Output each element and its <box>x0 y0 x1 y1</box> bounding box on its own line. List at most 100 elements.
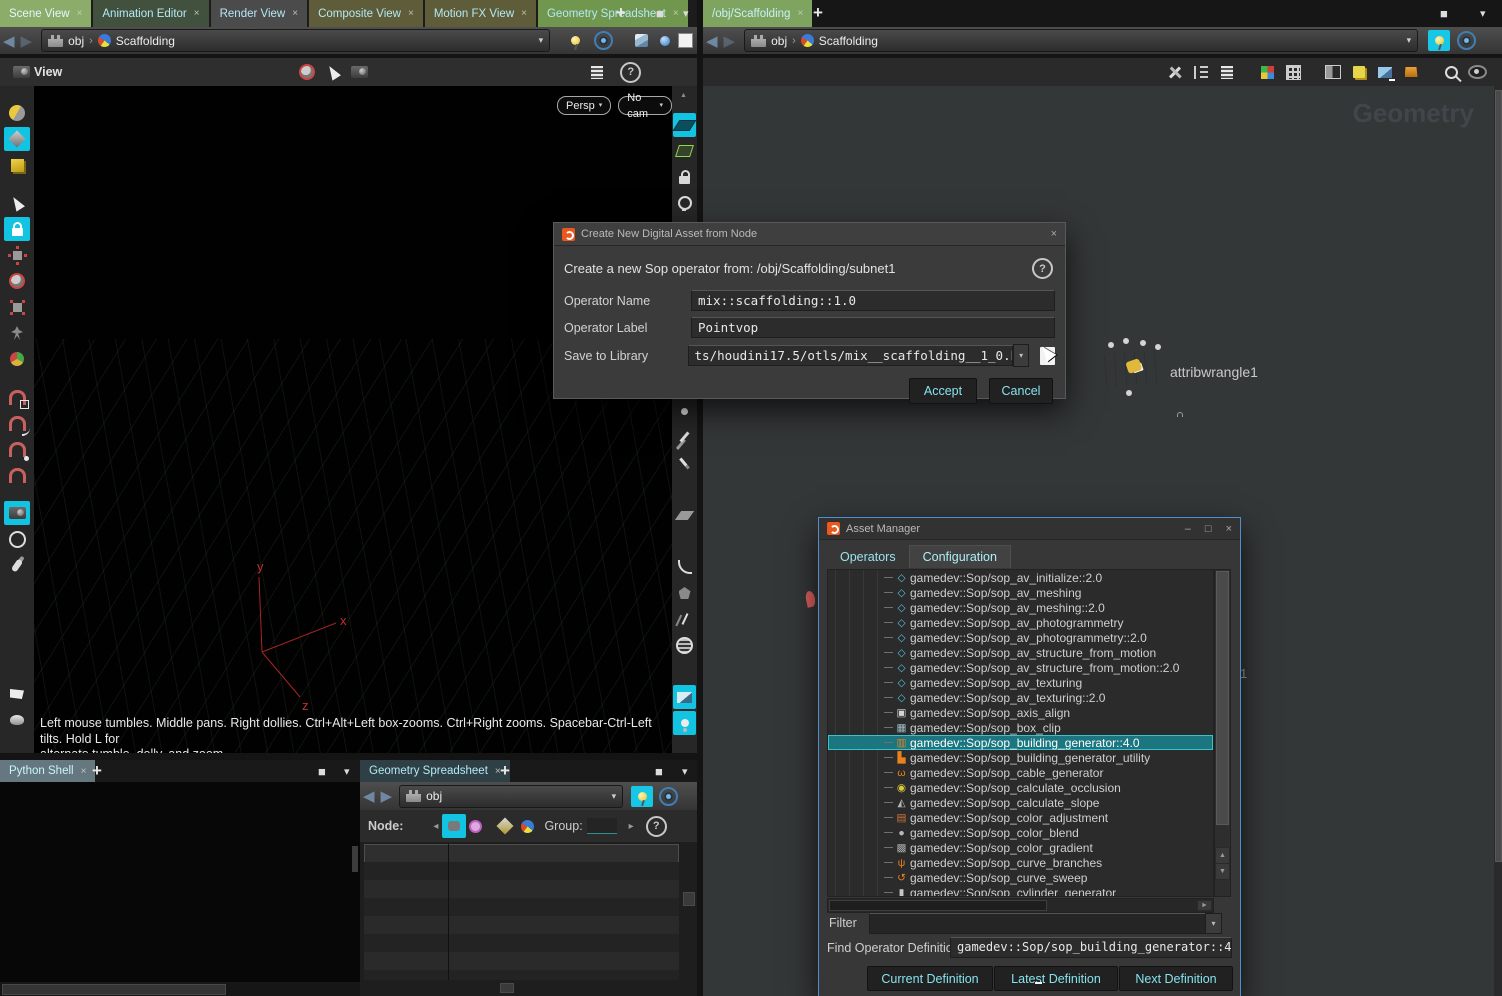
filter-dropdown-icon[interactable]: ▾ <box>1205 913 1222 934</box>
attribwrangle-node[interactable] <box>1104 350 1166 387</box>
node-input-dot[interactable] <box>1108 342 1114 348</box>
pose-tool-icon[interactable] <box>4 321 30 345</box>
new-tab-button[interactable]: + <box>92 761 102 781</box>
render-region-icon[interactable] <box>4 527 30 551</box>
network-tree-icon[interactable] <box>1190 62 1212 82</box>
forward-icon[interactable]: ▶ <box>21 32 33 50</box>
display-options-icon[interactable] <box>584 60 610 84</box>
camera-menu[interactable]: No cam▾ <box>618 96 672 115</box>
operator-row[interactable]: ▣ gamedev::Sop/sop_axis_align <box>828 705 1213 720</box>
new-tab-button[interactable]: + <box>616 3 626 23</box>
context-geometry-icon[interactable] <box>4 127 30 151</box>
path-breadcrumb[interactable]: obj ▾ <box>399 785 623 808</box>
rotate-tool-icon[interactable] <box>4 269 30 293</box>
operator-row[interactable]: ◇ gamedev::Sop/sop_av_photogrammetry <box>828 615 1213 630</box>
create-asset-dialog[interactable]: Create New Digital Asset from Node × Cre… <box>553 222 1066 399</box>
pen-display-icon[interactable] <box>673 451 696 475</box>
prim-display-icon[interactable] <box>673 503 696 527</box>
maximize-icon[interactable]: □ <box>1205 523 1212 535</box>
close-icon[interactable]: × <box>1226 523 1232 535</box>
new-tab-button[interactable]: + <box>813 3 823 23</box>
operator-tree-list[interactable]: ◇ gamedev::Sop/sop_av_initialize::2.0 ◇ … <box>828 570 1213 896</box>
breadcrumb-root[interactable]: obj <box>771 34 787 48</box>
snap-grid-magnet-icon[interactable] <box>4 385 30 409</box>
pane-menu-icon[interactable]: ▾ <box>344 765 350 778</box>
point-numbers-icon[interactable] <box>673 477 696 501</box>
headlight-icon[interactable] <box>673 191 696 215</box>
operator-row[interactable]: ψ gamedev::Sop/sop_curve_branches <box>828 855 1213 870</box>
operator-row[interactable]: ▦ gamedev::Sop/sop_box_clip <box>828 720 1213 735</box>
polygon-display-icon[interactable] <box>673 581 696 605</box>
grid-snap-icon[interactable] <box>1282 62 1304 82</box>
path-dropdown-icon[interactable]: ▾ <box>612 791 617 802</box>
prev-node-icon[interactable]: ◂ <box>433 821 438 832</box>
vertex-mode-icon[interactable] <box>466 814 484 838</box>
flag-display-icon[interactable] <box>4 682 30 706</box>
python-shell-console[interactable] <box>0 782 360 982</box>
scrollbar-thumb[interactable] <box>829 900 1047 911</box>
prim-mode-icon[interactable] <box>494 814 516 838</box>
persp-view-icon[interactable] <box>673 139 696 163</box>
pane-menu-icon[interactable]: ▾ <box>1480 7 1486 20</box>
shaded-view-icon[interactable] <box>4 101 30 125</box>
scroll-up-icon[interactable]: ▲ <box>680 92 687 99</box>
operator-row[interactable]: ◇ gamedev::Sop/sop_av_structure_from_mot… <box>828 660 1213 675</box>
next-node-icon[interactable]: ▸ <box>629 821 634 832</box>
operator-row[interactable]: ▩ gamedev::Sop/sop_color_gradient <box>828 840 1213 855</box>
path-dropdown-icon[interactable]: ▾ <box>1407 35 1412 46</box>
help-icon[interactable]: ? <box>1032 258 1053 279</box>
back-icon[interactable]: ◀ <box>363 787 375 805</box>
cancel-button[interactable]: Cancel <box>989 378 1053 404</box>
visibility-eye-icon[interactable] <box>1466 62 1488 82</box>
operator-row[interactable]: ● gamedev::Sop/sop_color_blend <box>828 825 1213 840</box>
path-breadcrumb[interactable]: obj › Scaffolding ▾ <box>744 29 1418 52</box>
operator-row[interactable]: ω gamedev::Sop/sop_cable_generator <box>828 765 1213 780</box>
close-tab-icon[interactable]: × <box>521 8 527 19</box>
latest-definition-button[interactable]: Latest Definition <box>994 966 1118 991</box>
scroll-up-icon[interactable]: ▲ <box>1215 847 1230 864</box>
dialog-titlebar[interactable]: Create New Digital Asset from Node × <box>554 223 1065 246</box>
operator-name-input[interactable]: mix::scaffolding::1.0 <box>691 290 1055 311</box>
operator-row[interactable]: ◇ gamedev::Sop/sop_av_initialize::2.0 <box>828 570 1213 585</box>
close-tab-icon[interactable]: × <box>194 8 200 19</box>
scroll-down-icon[interactable]: ▼ <box>1215 863 1230 880</box>
operator-row[interactable]: ◇ gamedev::Sop/sop_av_structure_from_mot… <box>828 645 1213 660</box>
handles-axis-icon[interactable] <box>4 347 30 371</box>
camera-move-icon[interactable] <box>346 60 372 84</box>
pin-pane-icon[interactable] <box>1428 30 1450 51</box>
gallery-box-icon[interactable] <box>1400 62 1422 82</box>
node-output-dot[interactable] <box>1126 390 1132 396</box>
scale-tool-icon[interactable] <box>4 295 30 319</box>
view-camera-icon[interactable] <box>8 60 34 84</box>
shell-display-icon[interactable] <box>4 708 30 732</box>
operator-row[interactable]: ◇ gamedev::Sop/sop_av_photogrammetry::2.… <box>828 630 1213 645</box>
operator-row[interactable]: ◇ gamedev::Sop/sop_av_meshing::2.0 <box>828 600 1213 615</box>
network-tab[interactable]: /obj/Scaffolding × <box>703 0 812 27</box>
shell-hscrollbar[interactable] <box>0 982 360 996</box>
path-dropdown-icon[interactable]: ▾ <box>539 35 544 46</box>
pane-tab[interactable]: Animation Editor × <box>93 0 208 27</box>
secure-selection-lock-icon[interactable] <box>4 217 30 241</box>
new-tab-button[interactable]: + <box>500 761 510 781</box>
prim-numbers-icon[interactable] <box>673 529 696 553</box>
pane-menu-icon[interactable]: ▾ <box>682 765 688 778</box>
breadcrumb-root[interactable]: obj <box>68 34 84 48</box>
close-tab-icon[interactable]: × <box>673 8 679 19</box>
sticky-note-icon[interactable] <box>1348 62 1370 82</box>
points-mode-icon[interactable] <box>442 814 466 838</box>
node-input-dot[interactable] <box>1140 340 1146 346</box>
table-vscrollbar[interactable] <box>683 892 695 906</box>
pane-layout-icon[interactable] <box>1322 62 1344 82</box>
search-icon[interactable] <box>1440 62 1462 82</box>
operator-list-vscrollbar[interactable]: ▲ ▼ <box>1214 569 1231 897</box>
minimize-icon[interactable]: – <box>1185 523 1191 535</box>
forward-icon[interactable]: ▶ <box>724 32 736 50</box>
operator-row[interactable]: ▮ gamedev::Sop/sop_cylinder_generator <box>828 885 1213 896</box>
close-tab-icon[interactable]: × <box>77 8 83 19</box>
curve-hull-icon[interactable] <box>673 555 696 579</box>
forward-icon[interactable]: ▶ <box>381 787 393 805</box>
breadcrumb-node[interactable]: Scaffolding <box>819 34 878 48</box>
operator-row[interactable]: ▥ gamedev::Sop/sop_building_generator::4… <box>828 735 1213 750</box>
follow-target-icon[interactable] <box>1457 31 1476 50</box>
pane-tab[interactable]: Composite View × <box>309 0 423 27</box>
